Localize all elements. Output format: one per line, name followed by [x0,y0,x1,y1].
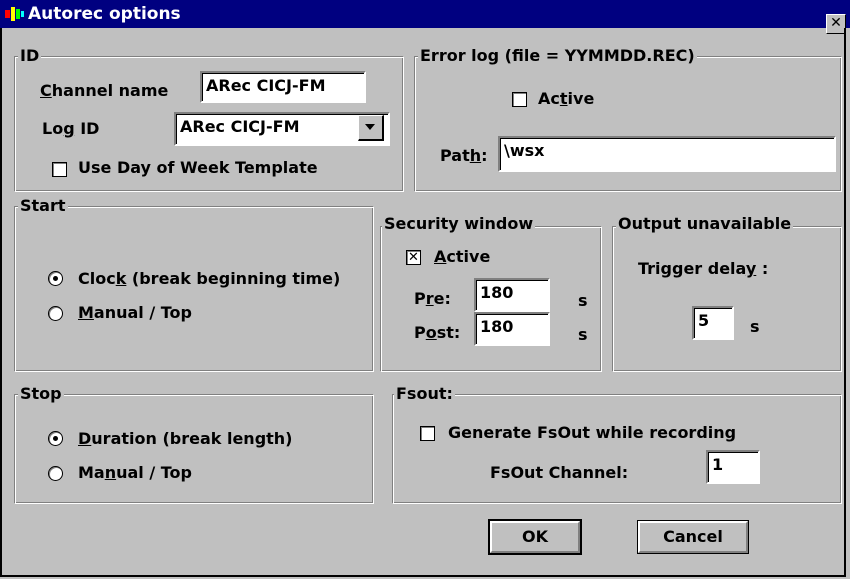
id-group-legend: ID [18,46,42,66]
day-of-week-label: Use Day of Week Template [78,158,318,177]
error-log-legend: Error log (file = YYMMDD.REC) [418,46,697,66]
fsout-channel-label: FsOut Channel: [490,463,629,482]
ok-button[interactable]: OK [488,519,582,555]
fsout-channel-input[interactable]: 1 [706,450,760,484]
error-log-active-checkbox[interactable] [512,92,527,107]
generate-fsout-checkbox[interactable] [420,426,435,441]
start-legend: Start [18,196,68,216]
pre-input[interactable]: 180 [474,278,550,312]
chevron-down-icon [365,124,375,130]
post-label: Post: [414,323,461,342]
security-window-legend: Security window [382,214,536,234]
stop-duration-label: Duration (break length) [78,429,293,448]
window-title: Autorec options [28,4,181,24]
start-clock-label: Clock (break beginning time) [78,269,341,288]
close-icon: ✕ [830,15,842,31]
path-label: Path: [440,146,488,165]
log-id-dropdown-button[interactable] [358,115,384,141]
pre-label: Pre: [414,289,451,308]
output-unavailable-legend: Output unavailable [616,214,794,234]
stop-legend: Stop [18,384,64,404]
pre-unit: s [578,291,588,310]
stop-manual-radio[interactable] [48,466,63,481]
fsout-group [392,394,842,504]
post-input[interactable]: 180 [474,312,550,346]
channel-name-input[interactable]: ARec CICJ-FM [200,71,366,103]
trigger-delay-label: Trigger delay : [638,259,769,278]
error-log-active-label: Active [538,89,595,108]
app-icon [5,7,24,21]
stop-manual-label: Manual / Top [78,463,192,482]
output-unavailable-group [612,226,842,372]
start-manual-radio[interactable] [48,306,63,321]
log-id-value: ARec CICJ-FM [180,117,300,136]
security-active-checkbox[interactable]: ✕ [406,250,421,265]
trigger-delay-input[interactable]: 5 [692,306,734,340]
day-of-week-checkbox[interactable] [52,162,67,177]
path-input[interactable]: \wsx [498,136,836,172]
start-manual-label: Manual / Top [78,303,192,322]
channel-name-label: Channel name [40,81,169,100]
generate-fsout-label: Generate FsOut while recording [448,423,737,442]
post-unit: s [578,325,588,344]
stop-duration-radio[interactable] [48,431,63,446]
cancel-button[interactable]: Cancel [637,520,749,554]
fsout-legend: Fsout: [394,384,455,404]
log-id-label: Log ID [42,119,100,138]
trigger-delay-unit: s [750,317,760,336]
start-clock-radio[interactable] [48,271,63,286]
security-active-label: Active [434,247,491,266]
log-id-select[interactable]: ARec CICJ-FM [174,112,390,146]
close-button[interactable]: ✕ [826,14,846,34]
